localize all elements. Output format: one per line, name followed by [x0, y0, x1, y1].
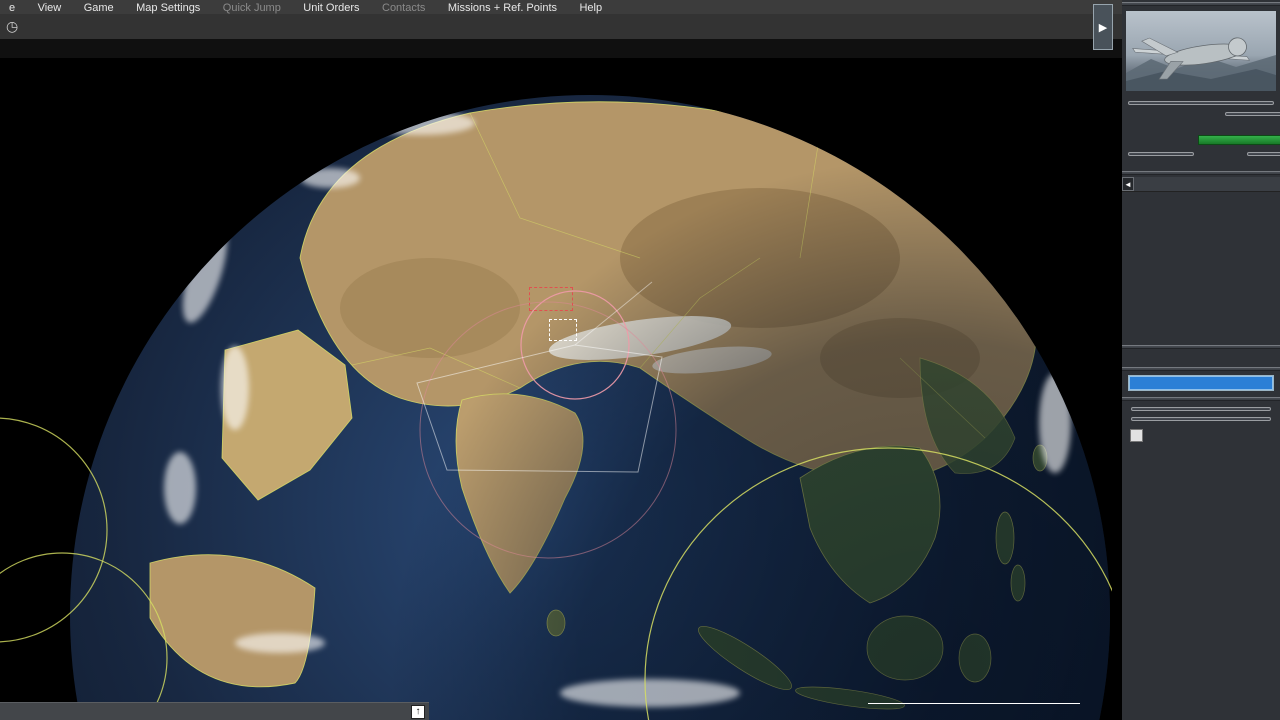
tab-left-arrow[interactable]: ◄ — [1122, 177, 1134, 191]
menu-item[interactable]: View — [29, 2, 71, 14]
scale-numbers — [868, 682, 1080, 694]
unit-tab-bar: ◄ — [1122, 177, 1280, 192]
hostile-group-box — [529, 287, 573, 311]
clock-icon: ◷ — [6, 18, 18, 35]
alt-speed-grid — [1122, 221, 1280, 343]
systems-health-bar — [1198, 135, 1280, 145]
fuel-unit-list[interactable] — [1128, 375, 1274, 391]
message-log-expand-button[interactable]: ↑ — [411, 705, 425, 719]
sensors-button[interactable] — [1128, 152, 1194, 156]
weapons-button[interactable] — [1247, 152, 1280, 156]
time-control-bar: ◷ — [0, 14, 1122, 39]
menu-item[interactable]: Map Settings — [127, 2, 209, 14]
chevron-right-icon: ▶ — [1099, 21, 1107, 34]
weapon-link[interactable] — [1122, 349, 1280, 365]
unit-photo — [1126, 11, 1276, 91]
alt-speed-column-heads — [1122, 193, 1280, 207]
emcon-window-button[interactable] — [1131, 407, 1271, 411]
menu-item[interactable]: Game — [75, 2, 123, 14]
inherit-row — [1122, 421, 1280, 442]
map-viewport[interactable]: ↑ — [0, 0, 1112, 720]
unit-type-label — [1122, 94, 1280, 97]
fuel-selected-row[interactable] — [1129, 376, 1273, 390]
menu-item[interactable]: Missions + Ref. Points — [439, 2, 566, 14]
fuel-detail-lines — [1122, 391, 1280, 395]
menu-item[interactable]: Help — [570, 2, 611, 14]
unit-emcon-header — [1122, 397, 1280, 401]
menu-item[interactable]: Unit Orders — [294, 2, 368, 14]
menu-item[interactable]: e — [0, 2, 24, 14]
selection-box — [549, 319, 577, 341]
damage-row — [1122, 112, 1280, 129]
sensors-weapons-row — [1122, 152, 1280, 169]
scale-ticks — [868, 694, 1080, 704]
uav-silhouette — [1126, 11, 1276, 91]
unit-toolbar — [0, 39, 1122, 58]
inherit-checkbox[interactable] — [1130, 429, 1143, 442]
map-scale — [868, 682, 1080, 705]
unit-fuel-header — [1122, 367, 1280, 371]
alt-speed-header — [1122, 171, 1280, 175]
unit-message-log-button[interactable] — [1128, 101, 1274, 105]
menu-bar: e View Game Map Settings Quick Jump Unit… — [0, 0, 1122, 14]
menu-item[interactable]: Quick Jump — [214, 2, 290, 14]
globe-map[interactable] — [0, 58, 1112, 720]
menu-item[interactable]: Contacts — [373, 2, 434, 14]
right-sidebar: ◄ — [1122, 0, 1280, 720]
systems-row — [1122, 134, 1280, 147]
damage-control-button[interactable] — [1225, 112, 1280, 116]
message-log-bar[interactable]: ↑ — [0, 702, 429, 720]
sidebar-collapse-tab[interactable]: ▶ — [1093, 4, 1113, 50]
